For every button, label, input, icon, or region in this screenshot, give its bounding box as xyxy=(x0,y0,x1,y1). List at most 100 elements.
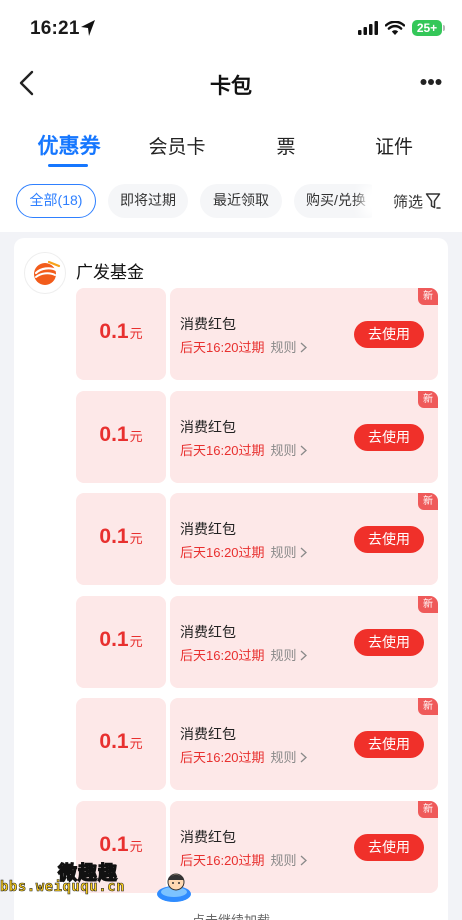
coupon-amount-value: 0.1 xyxy=(99,320,129,343)
coupon-rules-label: 规则 xyxy=(270,647,297,663)
filter-chip-purchase[interactable]: 购买/兑换 xyxy=(294,184,384,218)
coupon-value-panel: 0.1元 xyxy=(76,288,166,380)
coupon-rules-link[interactable]: 规则 xyxy=(271,750,308,765)
merchant-card: 广发基金 0.1元 消费红包 后天16:20过期 规则 去使用 新 0.1元 消费… xyxy=(14,238,448,920)
filter-chip-all[interactable]: 全部(18) xyxy=(16,184,96,218)
coupon-expiry: 后天16:20过期 规则 xyxy=(180,337,308,356)
new-badge: 新 xyxy=(418,800,438,818)
status-bar: 16:21 25+ xyxy=(0,0,462,58)
use-coupon-button[interactable]: 去使用 xyxy=(354,526,424,553)
tab-coupons[interactable]: 优惠券 xyxy=(36,130,102,160)
coupon-item[interactable]: 0.1元 消费红包 后天16:20过期 规则 去使用 新 xyxy=(76,390,438,483)
coupon-rules-label: 规则 xyxy=(270,442,297,458)
use-coupon-button[interactable]: 去使用 xyxy=(354,833,424,861)
filter-chip-expiring[interactable]: 即将过期 xyxy=(108,184,188,218)
coupon-detail-panel: 消费红包 后天16:20过期 规则 去使用 新 xyxy=(170,390,438,483)
filter-funnel-icon xyxy=(425,193,441,209)
coupon-expiry: 后天16:20过期 规则 xyxy=(180,440,308,459)
coupon-amount-value: 0.1 xyxy=(99,832,129,856)
filter-bar: 全部(18) 即将过期 最近领取 购买/兑换 筛选 xyxy=(0,174,462,232)
nav-bar: 卡包 xyxy=(0,58,462,110)
coupon-title: 消费红包 xyxy=(180,726,236,742)
coupon-item[interactable]: 0.1元 消费红包 后天16:20过期 规则 去使用 新 xyxy=(76,698,438,790)
coupon-expiry-text: 后天16:20过期 xyxy=(180,442,265,458)
coupon-detail-panel: 消费红包 后天16:20过期 规则 去使用 新 xyxy=(170,698,438,790)
coupon-expiry: 后天16:20过期 规则 xyxy=(180,645,308,664)
coupon-title: 消费红包 xyxy=(180,828,236,845)
coupon-amount-unit: 元 xyxy=(129,531,143,546)
filter-button[interactable]: 筛选 xyxy=(372,184,462,218)
coupon-amount-unit: 元 xyxy=(129,736,143,751)
chevron-right-icon xyxy=(300,445,307,455)
coupon-amount: 0.1元 xyxy=(76,833,166,857)
new-badge: 新 xyxy=(418,493,438,510)
coupon-amount-unit: 元 xyxy=(129,633,143,649)
coupon-rules-label: 规则 xyxy=(270,750,297,765)
new-badge: 新 xyxy=(418,288,438,305)
tab-ids[interactable]: 证件 xyxy=(372,132,416,159)
coupon-expiry-text: 后天16:20过期 xyxy=(180,750,265,765)
coupon-rules-link[interactable]: 规则 xyxy=(271,648,308,663)
coupon-value-panel: 0.1元 xyxy=(76,493,166,585)
coupon-rules-link[interactable]: 规则 xyxy=(271,443,308,458)
use-coupon-button[interactable]: 去使用 xyxy=(354,321,424,348)
coupon-amount: 0.1元 xyxy=(76,423,166,447)
coupon-rules-label: 规则 xyxy=(270,545,297,560)
coupon-expiry: 后天16:20过期 规则 xyxy=(180,542,308,561)
tab-bar: 优惠券 会员卡 票 证件 xyxy=(0,110,462,174)
coupon-title: 消费红包 xyxy=(180,316,236,332)
coupon-rules-label: 规则 xyxy=(270,340,297,355)
signal-icon xyxy=(358,21,378,35)
use-coupon-button[interactable]: 去使用 xyxy=(354,731,424,758)
coupon-rules-link[interactable]: 规则 xyxy=(271,853,308,868)
coupon-title: 消费红包 xyxy=(180,418,236,435)
coupon-item[interactable]: 0.1元 消费红包 后天16:20过期 规则 去使用 新 xyxy=(76,800,438,893)
coupon-expiry-text: 后天16:20过期 xyxy=(180,545,265,560)
more-dots-icon[interactable] xyxy=(420,78,442,86)
guangfa-logo-icon xyxy=(24,252,66,294)
watermark-url: bbs.weiququ.cn xyxy=(0,879,126,896)
coupon-expiry: 后天16:20过期 规则 xyxy=(180,850,308,869)
chevron-right-icon xyxy=(300,855,307,865)
coupon-item[interactable]: 0.1元 消费红包 后天16:20过期 规则 去使用 新 xyxy=(76,288,438,380)
use-coupon-button[interactable]: 去使用 xyxy=(354,423,424,451)
page-title: 卡包 xyxy=(210,75,252,98)
coupon-value-panel: 0.1元 xyxy=(76,390,166,483)
chevron-right-icon xyxy=(300,752,307,763)
filter-chip-recent[interactable]: 最近领取 xyxy=(200,184,282,218)
coupon-detail-panel: 消费红包 后天16:20过期 规则 去使用 新 xyxy=(170,288,438,380)
coupon-amount-value: 0.1 xyxy=(99,627,129,651)
new-badge: 新 xyxy=(418,595,438,613)
coupon-expiry-text: 后天16:20过期 xyxy=(180,647,265,663)
coupon-detail-panel: 消费红包 后天16:20过期 规则 去使用 新 xyxy=(170,800,438,893)
tab-membership-cards[interactable]: 会员卡 xyxy=(146,132,208,159)
coupon-value-panel: 0.1元 xyxy=(76,595,166,688)
location-arrow-icon xyxy=(81,20,95,36)
coupon-detail-panel: 消费红包 后天16:20过期 规则 去使用 新 xyxy=(170,595,438,688)
filter-button-label: 筛选 xyxy=(392,193,423,211)
coupon-amount: 0.1元 xyxy=(76,628,166,652)
coupon-item[interactable]: 0.1元 消费红包 后天16:20过期 规则 去使用 新 xyxy=(76,595,438,688)
coupon-expiry-text: 后天16:20过期 xyxy=(180,340,265,355)
coupon-rules-link[interactable]: 规则 xyxy=(271,545,308,560)
coupon-amount: 0.1元 xyxy=(76,320,166,344)
coupon-amount-unit: 元 xyxy=(129,326,143,341)
use-coupon-button[interactable]: 去使用 xyxy=(354,628,424,656)
chevron-right-icon xyxy=(300,650,307,660)
coupon-amount-value: 0.1 xyxy=(99,525,129,548)
status-indicators: 25+ xyxy=(358,20,445,36)
coupon-title: 消费红包 xyxy=(180,521,236,537)
mascot-icon xyxy=(157,873,191,902)
new-badge: 新 xyxy=(418,390,438,408)
merchant-name: 广发基金 xyxy=(76,263,144,282)
coupon-amount-value: 0.1 xyxy=(99,422,129,446)
coupon-item[interactable]: 0.1元 消费红包 后天16:20过期 规则 去使用 新 xyxy=(76,493,438,585)
coupon-amount-unit: 元 xyxy=(129,428,143,444)
coupon-rules-link[interactable]: 规则 xyxy=(271,340,308,355)
coupon-value-panel: 0.1元 xyxy=(76,698,166,790)
load-more-link[interactable]: 点击继续加载 xyxy=(0,910,462,920)
coupon-detail-panel: 消费红包 后天16:20过期 规则 去使用 新 xyxy=(170,493,438,585)
coupon-amount-value: 0.1 xyxy=(99,730,129,753)
wifi-icon xyxy=(385,20,405,35)
tab-tickets[interactable]: 票 xyxy=(266,132,306,159)
